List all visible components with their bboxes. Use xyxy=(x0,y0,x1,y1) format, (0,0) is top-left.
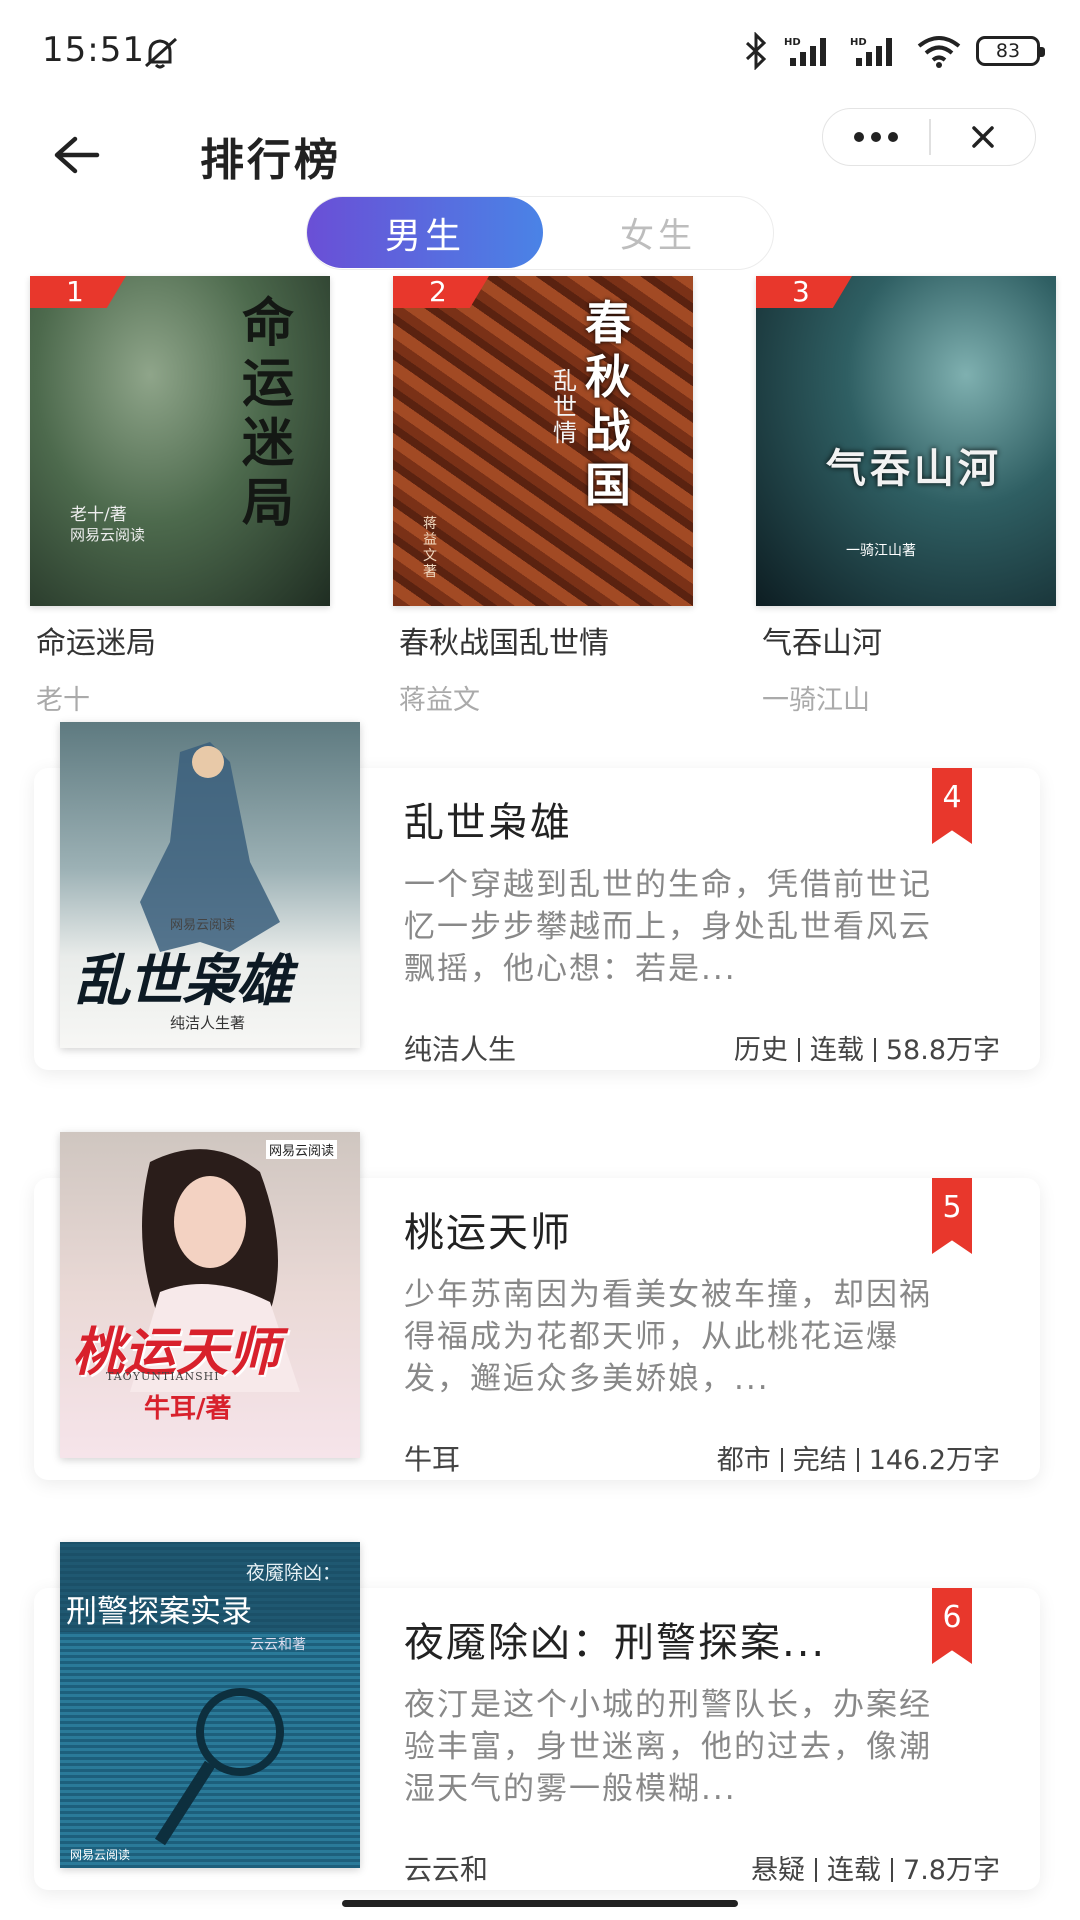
cover-title: 命运迷局 xyxy=(242,293,295,534)
book-cover[interactable]: 命运迷局 老十/著 网易云阅读 1 xyxy=(30,276,330,606)
more-button[interactable] xyxy=(823,109,929,165)
book-meta: 都市 完结 146.2万字 xyxy=(717,1438,1000,1477)
close-button[interactable] xyxy=(931,109,1036,165)
cover-pinyin: TAOYUNTIANSHI xyxy=(106,1370,220,1383)
top-book-1[interactable]: 命运迷局 老十/著 网易云阅读 1 命运迷局 老十 xyxy=(30,276,330,717)
book-cover[interactable]: 网易云阅读 乱世枭雄 纯洁人生著 xyxy=(60,722,360,1048)
cover-title: 气吞山河 xyxy=(826,445,1002,492)
ranking-page: 15:51 HD HD 83 排行榜 男生 女生 命运迷局 老十/著 网易云阅读… xyxy=(0,0,1080,1920)
cover-author: 蒋益文著 xyxy=(423,516,437,580)
book-meta: 悬疑 连载 7.8万字 xyxy=(751,1848,1000,1887)
rank-badge: 1 xyxy=(30,276,126,308)
book-author: 纯洁人生 xyxy=(404,1033,517,1066)
meta-divider xyxy=(780,1448,783,1472)
signal-icon: HD xyxy=(850,37,892,66)
book-title[interactable]: 春秋战国乱世情 xyxy=(393,618,693,662)
book-author: 一骑江山 xyxy=(762,685,870,716)
battery-level: 83 xyxy=(995,40,1021,62)
book-cover[interactable]: 夜魇除凶： 刑警探案实录 云云和著 网易云阅读 xyxy=(60,1542,360,1868)
cover-author: 老十/著 xyxy=(70,505,127,525)
cover-title: 春秋战国 xyxy=(585,296,631,512)
book-cover[interactable]: 春秋战国 乱世情 蒋益文著 2 xyxy=(393,276,693,606)
cover-subtitle: 刑警探案实录 xyxy=(66,1594,252,1630)
top-book-3[interactable]: 气吞山河 一骑江山著 3 气吞山河 一骑江山 xyxy=(756,276,1056,717)
book-genre: 悬疑 xyxy=(751,1855,806,1886)
book-word-count: 7.8万字 xyxy=(903,1855,1000,1886)
back-button[interactable] xyxy=(42,120,112,190)
book-status: 连载 xyxy=(827,1855,882,1886)
book-status: 连载 xyxy=(809,1035,864,1066)
cover-author: 牛耳/著 xyxy=(144,1394,232,1424)
book-word-count: 146.2万字 xyxy=(868,1445,1000,1476)
svg-text:HD: HD xyxy=(850,37,867,48)
top3-section: 命运迷局 老十/著 网易云阅读 1 命运迷局 老十 春秋战国 乱世情 蒋益文著 … xyxy=(0,276,1080,716)
arrow-left-icon xyxy=(54,136,100,174)
book-meta: 历史 连载 58.8万字 xyxy=(734,1028,1000,1067)
cover-subtitle: 乱世情 xyxy=(553,367,577,447)
list-item[interactable]: 网易云阅读 乱世枭雄 纯洁人生著 乱世枭雄 一个穿越到乱世的生命，凭借前世记忆一… xyxy=(0,722,1080,1102)
tab-female[interactable]: 女生 xyxy=(543,197,773,268)
meta-divider xyxy=(815,1858,818,1882)
svg-text:HD: HD xyxy=(784,37,801,48)
meta-divider xyxy=(856,1448,859,1472)
close-icon xyxy=(972,126,994,148)
cover-publisher: 网易云阅读 xyxy=(170,918,236,933)
book-title[interactable]: 命运迷局 xyxy=(30,618,330,662)
bluetooth-icon xyxy=(745,32,767,70)
book-description: 一个穿越到乱世的生命，凭借前世记忆一步步攀越而上，身处乱世看风云飘摇，他心想：若… xyxy=(404,867,932,987)
book-genre: 都市 xyxy=(716,1445,771,1476)
book-description: 少年苏南因为看美女被车撞，却因祸得福成为花都天师，从此桃花运爆发，邂逅众多美娇娘… xyxy=(404,1277,932,1397)
home-indicator[interactable] xyxy=(342,1900,738,1907)
book-cover[interactable]: 气吞山河 一骑江山著 3 xyxy=(756,276,1056,606)
book-cover[interactable]: 网易云阅读 桃运天师 TAOYUNTIANSHI 牛耳/著 xyxy=(60,1132,360,1458)
meta-divider xyxy=(873,1038,876,1062)
rank-badge: 2 xyxy=(393,276,489,308)
cover-title: 夜魇除凶： xyxy=(246,1562,342,1584)
status-bar: 15:51 HD HD 83 xyxy=(0,0,1080,100)
cover-author: 一骑江山著 xyxy=(846,543,916,559)
wifi-icon xyxy=(917,36,961,68)
list-item[interactable]: 网易云阅读 桃运天师 TAOYUNTIANSHI 牛耳/著 桃运天师 少年苏南因… xyxy=(0,1132,1080,1512)
top-book-2[interactable]: 春秋战国 乱世情 蒋益文著 2 春秋战国乱世情 蒋益文 xyxy=(393,276,693,717)
signal-icon: HD xyxy=(784,37,826,66)
battery-icon: 83 xyxy=(976,36,1045,66)
cover-publisher: 网易云阅读 xyxy=(266,1140,338,1159)
book-description: 夜汀是这个小城的刑警队长，办案经验丰富，身世迷离，他的过去，像潮湿天气的雾一般模… xyxy=(404,1687,932,1807)
meta-divider xyxy=(891,1858,894,1882)
book-author: 牛耳 xyxy=(404,1443,461,1476)
book-status: 完结 xyxy=(792,1445,847,1476)
book-title[interactable]: 桃运天师 xyxy=(404,1200,924,1258)
rank-badge: 3 xyxy=(756,276,852,308)
mute-icon xyxy=(144,37,178,69)
book-title[interactable]: 气吞山河 xyxy=(756,618,1056,662)
cover-author: 纯洁人生著 xyxy=(170,1014,246,1032)
book-genre: 历史 xyxy=(733,1035,788,1066)
cover-author: 云云和著 xyxy=(250,1637,306,1653)
book-word-count: 58.8万字 xyxy=(885,1035,1000,1066)
nav-bar: 排行榜 xyxy=(0,100,1080,210)
cover-publisher: 网易云阅读 xyxy=(70,1848,131,1862)
page-title: 排行榜 xyxy=(200,135,341,186)
book-author: 云云和 xyxy=(404,1853,489,1886)
more-dots-icon xyxy=(854,132,864,142)
book-title[interactable]: 乱世枭雄 xyxy=(404,790,924,848)
list-item[interactable]: 夜魇除凶： 刑警探案实录 云云和著 网易云阅读 夜魇除凶：刑警探案... 夜汀是… xyxy=(0,1542,1080,1920)
cover-publisher: 网易云阅读 xyxy=(70,526,146,544)
cover-title: 乱世枭雄 xyxy=(74,948,292,1014)
book-author: 老十 xyxy=(36,685,90,716)
status-time: 15:51 xyxy=(42,30,145,70)
meta-divider xyxy=(797,1038,800,1062)
gender-toggle: 男生 女生 xyxy=(306,196,774,270)
book-title[interactable]: 夜魇除凶：刑警探案... xyxy=(404,1610,924,1668)
tab-male[interactable]: 男生 xyxy=(307,197,543,268)
mini-program-capsule xyxy=(822,108,1036,166)
book-author: 蒋益文 xyxy=(399,685,480,716)
